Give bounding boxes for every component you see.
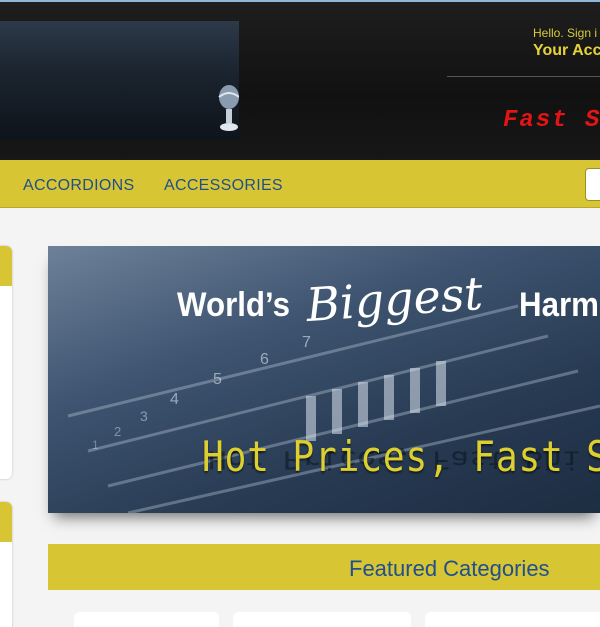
hero-banner[interactable]: 6 5 4 3 2 1 7 World’s Biggest Harmo Hot … [48,246,600,513]
featured-categories-header: Featured Categories [48,544,600,590]
hole-number: 4 [170,391,179,408]
main-nav: ACCORDIONS ACCESSORIES [0,160,600,208]
hole-number: 6 [260,351,269,368]
nav-item-accordions[interactable]: ACCORDIONS [23,177,134,195]
nav-item-accessories[interactable]: ACCESSORIES [164,177,283,195]
hero-headline-end: Harmo [519,286,600,324]
site-logo[interactable] [0,21,239,139]
site-header: Hello. Sign i Your Acc Fast S [0,0,600,160]
section-title: Featured Categories [349,556,550,581]
hero-headline: World’s [177,286,290,324]
sidebar-box-header [0,502,12,542]
shipping-tagline: Fast S [503,107,600,134]
hole-number: 3 [140,408,148,424]
hole-number: 1 [92,438,99,452]
hole-number: 7 [302,334,311,351]
header-divider [447,76,600,77]
sidebar-box [0,246,12,479]
category-card[interactable] [425,612,600,627]
category-card[interactable] [74,612,219,627]
sidebar-box [0,502,12,627]
sidebar-box-header [0,246,12,286]
category-card[interactable] [233,612,411,627]
hole-number: 5 [213,371,222,388]
sign-in-greeting[interactable]: Hello. Sign i [533,26,597,40]
hero-slogan: Hot Prices, Fast Shi [202,432,600,481]
hole-number: 2 [114,424,122,439]
search-input[interactable] [585,168,600,201]
microphone-icon [218,85,239,131]
account-link[interactable]: Your Acc [533,42,600,60]
